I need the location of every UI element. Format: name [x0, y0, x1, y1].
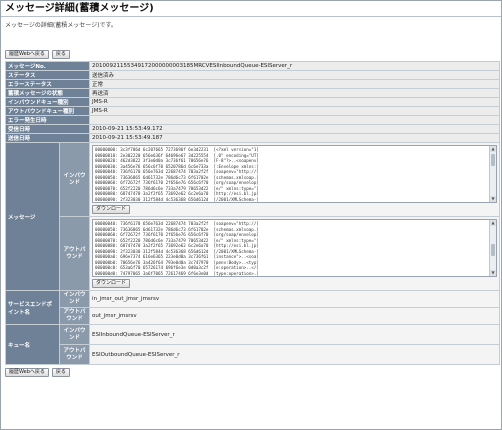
value-status: 送信済み	[89, 70, 500, 80]
value-queue-inbound: ESIInboundQueue-ESIServer_r	[89, 324, 500, 345]
label-outbound-queue-type: アウトバウンドキュー種別	[5, 106, 90, 116]
history-list-back-button[interactable]: 履歴Webへ戻る	[5, 49, 49, 59]
label-message-no: メッセージNo.	[5, 61, 90, 71]
outbound-message-dump: 00000040: 736f6170 656e763d 22687474 703…	[95, 221, 259, 276]
message-inbound-cell: 00000000: 3c3f786d 6c207665 7273696f 6e3…	[89, 142, 500, 217]
label-message-outbound: アウトバウンド	[59, 216, 90, 291]
row-sent-time: 送信日時 2010-09-21 15:53:49.187	[5, 133, 500, 143]
row-endpoint-outbound: アウトバウンド out_jmsr_jmsrsv	[6, 307, 500, 325]
value-stored-state: 再送済	[89, 88, 500, 98]
back-button-bottom[interactable]: 戻る	[51, 367, 70, 377]
value-error-status: 正常	[89, 79, 500, 89]
label-error-time: エラー発生日時	[5, 115, 90, 125]
title-bar: メッセージ詳細(蓄積メッセージ)	[1, 1, 501, 17]
page-description: メッセージの詳細(蓄積メッセージ)です。	[5, 22, 117, 29]
row-message-inbound: メッセージ インバウンド 00000000: 3c3f786d 6c207665…	[5, 142, 500, 291]
outbound-message-textarea[interactable]: 00000040: 736f6170 656e763d 22687474 703…	[92, 219, 497, 277]
label-received-time: 受信日時	[5, 124, 90, 134]
scroll-thumb[interactable]	[491, 244, 495, 256]
value-message-no: 20100921155349172000000003185MRCVESIInbo…	[89, 61, 500, 71]
row-message-outbound: アウトバウンド 00000040: 736f6170 656e763d 2268…	[6, 216, 500, 291]
scroll-down-icon[interactable]: ▼	[490, 196, 496, 202]
value-endpoint-inbound: in_jmsr_out_jmsr_jmsrsv	[89, 290, 500, 308]
label-sent-time: 送信日時	[5, 133, 90, 143]
inbound-message-textarea[interactable]: 00000000: 3c3f786d 6c207665 7273696f 6e3…	[92, 145, 497, 203]
inbound-scrollbar[interactable]: ▲ ▼	[489, 146, 496, 202]
page-title: メッセージ詳細(蓄積メッセージ)	[5, 3, 154, 14]
label-service-endpoint: サービスエンドポイント名	[5, 290, 60, 325]
scroll-down-icon[interactable]: ▼	[490, 270, 496, 276]
label-queue-inbound: インバウンド	[59, 324, 90, 345]
value-received-time: 2010-09-21 15:53:49.172	[89, 124, 500, 134]
label-queue-name: キュー名	[5, 324, 60, 365]
scroll-up-icon[interactable]: ▲	[490, 220, 496, 226]
message-outbound-cell: 00000040: 736f6170 656e763d 22687474 703…	[89, 216, 500, 291]
label-stored-state: 蓄積メッセージの状態	[5, 88, 90, 98]
label-status: ステータス	[5, 70, 90, 80]
row-stored-state: 蓄積メッセージの状態 再送済	[5, 88, 500, 98]
bottom-button-row: 履歴Webへ戻る 戻る	[1, 365, 501, 379]
label-endpoint-outbound: アウトバウンド	[59, 307, 90, 325]
scroll-thumb[interactable]	[491, 154, 495, 166]
value-error-time	[89, 115, 500, 125]
label-inbound-queue-type: インバウンドキュー種別	[5, 97, 90, 107]
value-queue-outbound: ESIOutboundQueue-ESIServer_r	[89, 344, 500, 365]
row-received-time: 受信日時 2010-09-21 15:53:49.172	[5, 124, 500, 134]
row-queue-outbound: アウトバウンド ESIOutboundQueue-ESIServer_r	[6, 344, 500, 365]
label-endpoint-inbound: インバウンド	[59, 290, 90, 308]
message-detail-table: メッセージNo. 20100921155349172000000003185MR…	[5, 61, 500, 365]
label-queue-outbound: アウトバウンド	[59, 344, 90, 365]
inbound-message-dump: 00000000: 3c3f786d 6c207665 7273696f 6e3…	[95, 147, 259, 202]
value-sent-time: 2010-09-21 15:53:49.187	[89, 133, 500, 143]
label-message-inbound: インバウンド	[59, 142, 90, 217]
inbound-download-button[interactable]: ダウンロード	[92, 205, 131, 214]
value-outbound-queue-type: JMS-R	[89, 106, 500, 116]
row-error-status: エラーステータス 正常	[5, 79, 500, 89]
value-endpoint-outbound: out_jmsr_jmsrsv	[89, 307, 500, 325]
outbound-scrollbar[interactable]: ▲ ▼	[489, 220, 496, 276]
outbound-download-button[interactable]: ダウンロード	[92, 279, 131, 288]
row-error-time: エラー発生日時	[5, 115, 500, 125]
row-outbound-queue-type: アウトバウンドキュー種別 JMS-R	[5, 106, 500, 116]
top-button-row: 履歴Webへ戻る 戻る	[1, 47, 501, 61]
row-status: ステータス 送信済み	[5, 70, 500, 80]
row-endpoint-inbound: サービスエンドポイント名 インバウンド in_jmsr_out_jmsr_jms…	[5, 290, 500, 325]
value-inbound-queue-type: JMS-R	[89, 97, 500, 107]
history-list-back-button-bottom[interactable]: 履歴Webへ戻る	[5, 367, 49, 377]
row-inbound-queue-type: インバウンドキュー種別 JMS-R	[5, 97, 500, 107]
row-message-no: メッセージNo. 20100921155349172000000003185MR…	[5, 61, 500, 71]
back-button[interactable]: 戻る	[51, 49, 70, 59]
label-message: メッセージ	[5, 142, 60, 291]
scroll-up-icon[interactable]: ▲	[490, 146, 496, 152]
row-queue-inbound: キュー名 インバウンド ESIInboundQueue-ESIServer_r	[5, 324, 500, 365]
label-error-status: エラーステータス	[5, 79, 90, 89]
page-frame: メッセージ詳細(蓄積メッセージ) メッセージの詳細(蓄積メッセージ)です。 履歴…	[0, 0, 502, 430]
